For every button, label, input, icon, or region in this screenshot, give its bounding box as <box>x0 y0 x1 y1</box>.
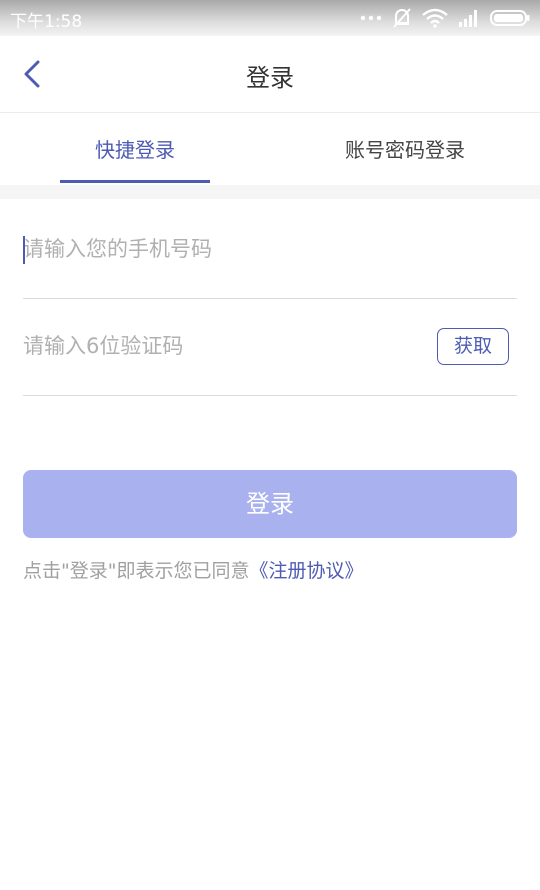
battery-icon <box>490 10 530 26</box>
agreement-prefix: 点击"登录"即表示您已同意 <box>23 560 250 582</box>
section-divider <box>0 185 540 199</box>
page-title: 登录 <box>246 64 294 92</box>
registration-agreement-link[interactable]: 《注册协议》 <box>249 560 363 582</box>
code-field: 获取 <box>23 298 517 396</box>
phone-input[interactable] <box>23 201 423 297</box>
status-time: 下午1:58 <box>10 12 83 32</box>
nav-bar: 登录 <box>0 36 540 113</box>
login-button[interactable]: 登录 <box>23 470 517 538</box>
mute-icon <box>393 8 411 28</box>
verification-code-input[interactable] <box>23 298 423 394</box>
login-tabs: 快捷登录 账号密码登录 <box>0 113 540 185</box>
agreement-text: 点击"登录"即表示您已同意《注册协议》 <box>23 556 364 583</box>
text-cursor <box>23 236 25 264</box>
status-bar: 下午1:58 <box>0 0 540 36</box>
active-tab-indicator <box>60 180 210 183</box>
tab-password-login[interactable]: 账号密码登录 <box>270 113 540 185</box>
status-icons <box>360 6 530 30</box>
more-dots-icon <box>360 15 382 21</box>
phone-field <box>23 201 517 299</box>
tab-quick-login[interactable]: 快捷登录 <box>0 113 270 185</box>
get-code-button[interactable]: 获取 <box>437 328 509 365</box>
wifi-icon <box>422 8 448 28</box>
signal-icon <box>459 10 477 27</box>
